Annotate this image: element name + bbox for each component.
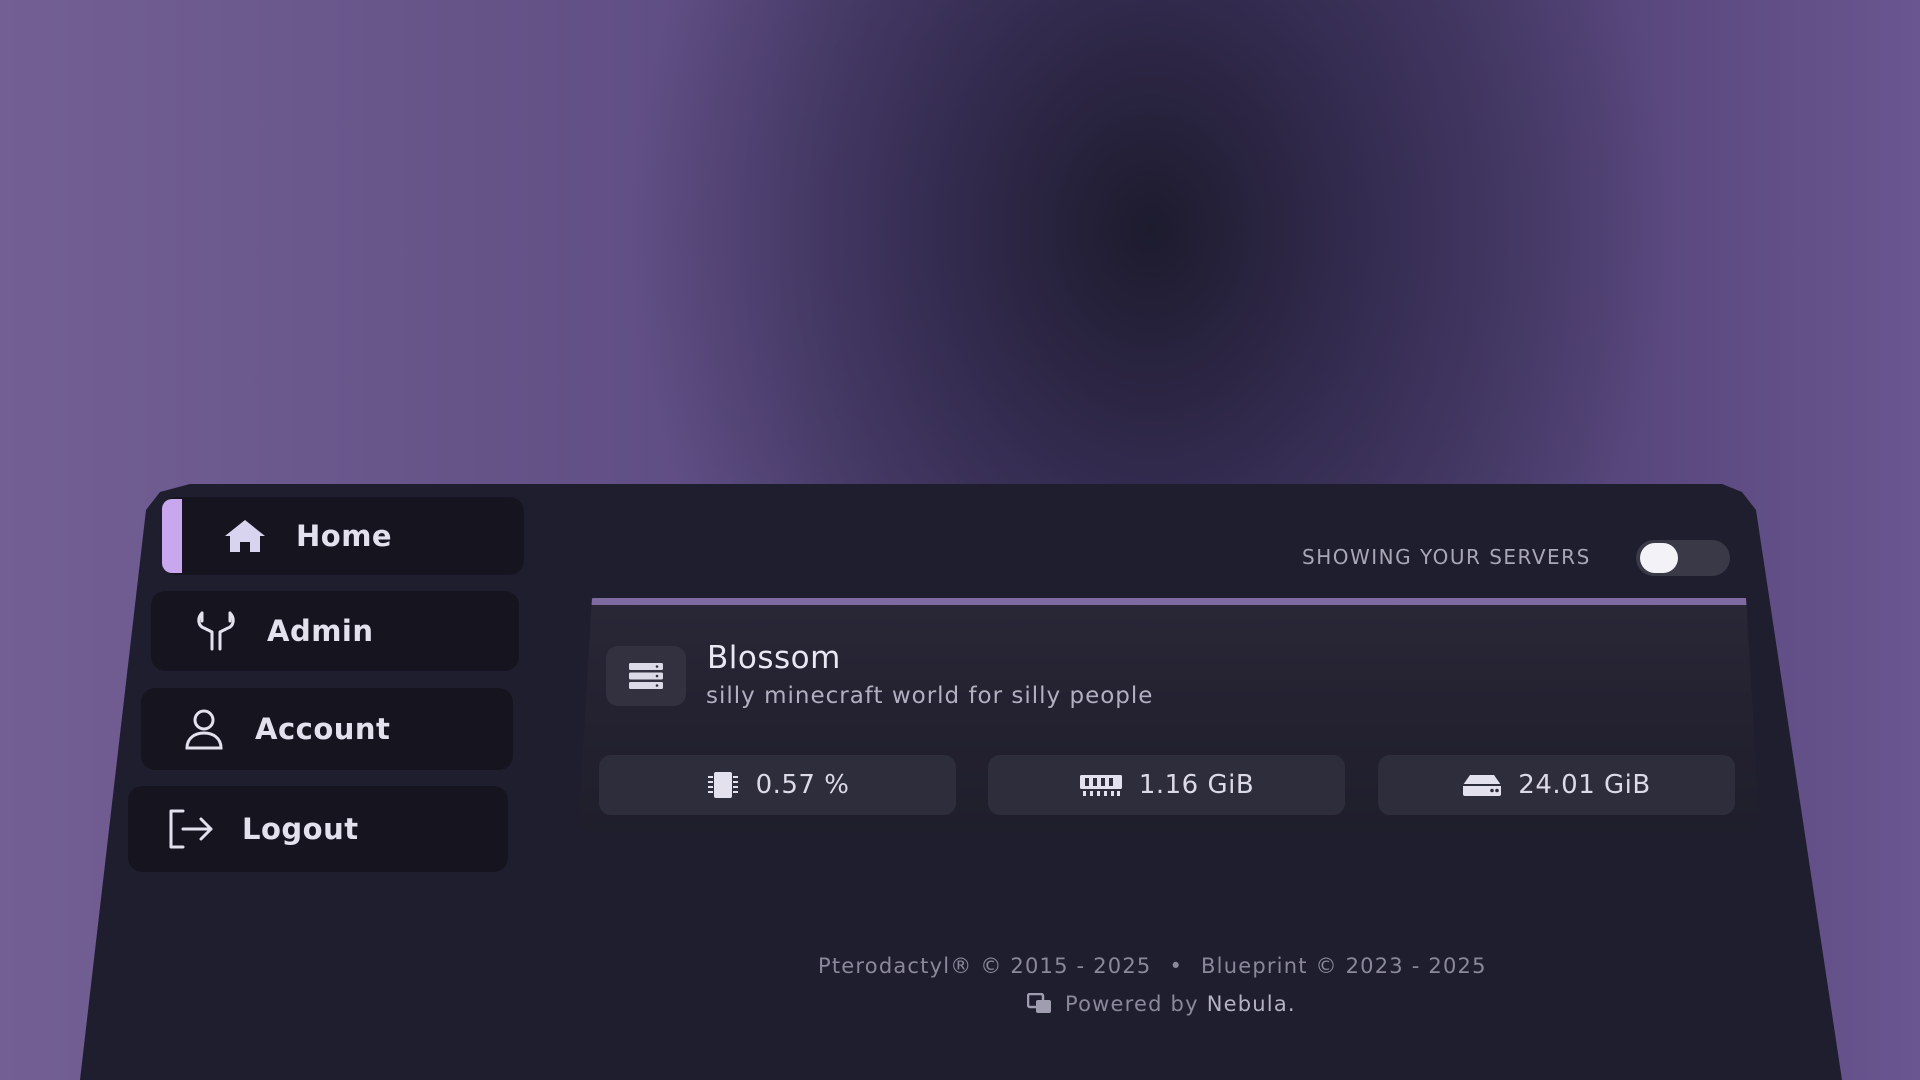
cpu-icon	[706, 770, 740, 800]
wrench-icon	[191, 606, 241, 656]
disk-value: 24.01 GiB	[1518, 770, 1651, 800]
disk-stat: 24.01 GiB	[1378, 755, 1735, 815]
footer-separator: •	[1169, 954, 1184, 978]
memory-icon	[1079, 773, 1123, 797]
sidebar-item-account[interactable]: Account	[141, 688, 513, 770]
footer-powered-by: Powered by Nebula.	[1027, 992, 1296, 1016]
user-icon	[179, 704, 229, 754]
active-indicator	[162, 499, 182, 573]
sidebar-item-label: Admin	[267, 614, 374, 648]
powered-by-text: Powered by	[1065, 992, 1199, 1016]
server-filter-label: SHOWING YOUR SERVERS	[1302, 545, 1591, 569]
nebula-logo-icon	[1027, 993, 1053, 1015]
home-icon	[220, 511, 270, 561]
blueprint-copyright[interactable]: Blueprint © 2023 - 2025	[1201, 954, 1487, 978]
disk-icon	[1462, 773, 1502, 797]
pterodactyl-copyright[interactable]: Pterodactyl® © 2015 - 2025	[818, 954, 1151, 978]
server-filter-toggle[interactable]	[1636, 540, 1730, 576]
nebula-link[interactable]: Nebula.	[1207, 992, 1296, 1016]
sidebar-item-label: Home	[296, 519, 393, 553]
memory-value: 1.16 GiB	[1138, 770, 1255, 800]
cpu-stat: 0.57 %	[599, 755, 956, 815]
server-icon	[606, 646, 686, 706]
footer-copyright: Pterodactyl® © 2015 - 2025 • Blueprint © 2…	[818, 954, 1487, 978]
server-name[interactable]: Blossom	[707, 640, 841, 676]
server-description: silly minecraft world for silly people	[706, 683, 1154, 709]
sidebar-item-logout[interactable]: Logout	[128, 786, 508, 872]
sidebar-item-home[interactable]: Home	[162, 497, 524, 575]
card-accent-line	[588, 598, 1754, 605]
sidebar-item-label: Logout	[242, 812, 359, 846]
sidebar-item-label: Account	[255, 712, 391, 746]
logout-icon	[166, 804, 216, 854]
memory-stat: 1.16 GiB	[988, 755, 1345, 815]
sidebar-item-admin[interactable]: Admin	[151, 591, 519, 671]
cpu-value: 0.57 %	[755, 770, 850, 800]
toggle-knob	[1640, 543, 1678, 573]
